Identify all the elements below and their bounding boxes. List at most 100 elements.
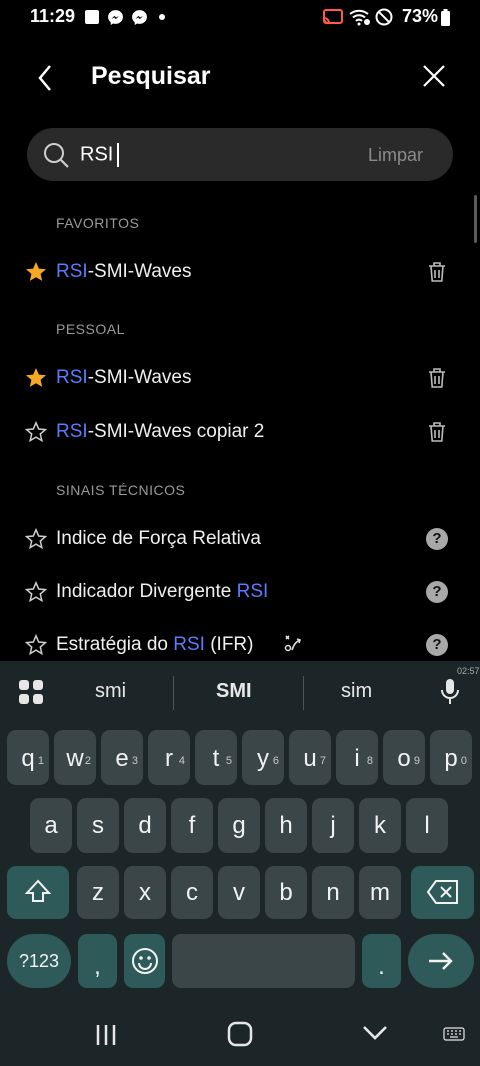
list-item[interactable]: RSI-SMI-Waves: [0, 353, 470, 403]
keyboard-switch-icon[interactable]: [443, 1027, 465, 1041]
key-label: h: [279, 812, 293, 839]
list-item[interactable]: RSI-SMI-Waves copiar 2: [0, 407, 470, 457]
navigation-bar: [0, 1004, 480, 1066]
key-z[interactable]: z: [77, 866, 119, 919]
star-filled-icon[interactable]: [24, 366, 48, 390]
key-k[interactable]: k: [359, 798, 401, 853]
key-a[interactable]: a: [30, 798, 72, 853]
apps-grid-icon[interactable]: [18, 679, 44, 705]
help-icon[interactable]: ?: [426, 528, 448, 550]
key-label: k: [374, 812, 386, 839]
key-p[interactable]: p0: [430, 730, 472, 785]
facebook-icon: [85, 10, 99, 24]
emoji-key[interactable]: [124, 934, 165, 988]
key-label: c: [186, 879, 198, 906]
trash-icon[interactable]: [427, 421, 447, 443]
key-label: d: [138, 812, 152, 839]
key-y[interactable]: y6: [242, 730, 284, 785]
search-icon: [44, 143, 69, 168]
key-o[interactable]: o9: [383, 730, 425, 785]
key-f[interactable]: f: [171, 798, 213, 853]
key-i[interactable]: i8: [336, 730, 378, 785]
key-w[interactable]: w2: [54, 730, 96, 785]
key-label: a: [44, 812, 58, 839]
arrow-right-icon: [429, 952, 453, 970]
key-number-hint: 3: [131, 755, 138, 767]
key-number-hint: 7: [319, 755, 326, 767]
help-icon[interactable]: ?: [426, 634, 448, 656]
home-icon[interactable]: [227, 1021, 253, 1047]
key-l[interactable]: l: [406, 798, 448, 853]
item-label: Indicador Divergente RSI: [56, 581, 269, 602]
key-u[interactable]: u7: [289, 730, 331, 785]
status-time: 11:29: [30, 6, 76, 26]
key-number-hint: 1: [37, 755, 44, 767]
key-s[interactable]: s: [77, 798, 119, 853]
scrollbar[interactable]: [474, 195, 477, 243]
trash-icon[interactable]: [427, 261, 447, 283]
strategy-icon: [284, 635, 302, 652]
key-label: s: [92, 812, 104, 839]
key-label: m: [370, 879, 390, 906]
key-t[interactable]: t5: [195, 730, 237, 785]
suggestion-3[interactable]: sim: [341, 680, 372, 703]
close-icon[interactable]: [420, 62, 448, 90]
key-d[interactable]: d: [124, 798, 166, 853]
battery-icon: [441, 9, 450, 26]
key-g[interactable]: g: [218, 798, 260, 853]
suggestion-1[interactable]: smi: [95, 680, 126, 703]
star-outline-icon[interactable]: [24, 527, 48, 551]
suggestion-2[interactable]: SMI: [216, 680, 252, 703]
shift-key[interactable]: [7, 866, 69, 919]
back-arrow-icon[interactable]: [32, 60, 60, 96]
key-m[interactable]: m: [359, 866, 401, 919]
key-label: f: [188, 812, 196, 839]
spacebar-key[interactable]: [172, 934, 355, 988]
trash-icon[interactable]: [427, 367, 447, 389]
battery-percent: 73%: [402, 6, 439, 26]
comma-key[interactable]: ,: [78, 934, 117, 988]
period-key[interactable]: .: [362, 934, 401, 988]
item-label: Estratégia do RSI (IFR): [56, 634, 254, 655]
key-j[interactable]: j: [312, 798, 354, 853]
key-v[interactable]: v: [218, 866, 260, 919]
hide-keyboard-icon[interactable]: [362, 1024, 388, 1042]
key-label: x: [139, 879, 151, 906]
key-h[interactable]: h: [265, 798, 307, 853]
microphone-icon[interactable]: [440, 678, 460, 706]
star-outline-icon[interactable]: [24, 420, 48, 444]
help-icon[interactable]: ?: [426, 581, 448, 603]
key-x[interactable]: x: [124, 866, 166, 919]
key-c[interactable]: c: [171, 866, 213, 919]
star-outline-icon[interactable]: [24, 633, 48, 657]
key-number-hint: 5: [225, 755, 232, 767]
clear-button[interactable]: Limpar: [368, 145, 423, 166]
emoji-icon: [131, 948, 158, 974]
symbols-key[interactable]: ?123: [7, 934, 71, 988]
list-item[interactable]: Indicador Divergente RSI ?: [0, 567, 470, 617]
key-e[interactable]: e3: [101, 730, 143, 785]
key-number-hint: 4: [178, 755, 185, 767]
list-item[interactable]: Estratégia do RSI (IFR) ?: [0, 620, 470, 661]
search-input[interactable]: RSI: [80, 143, 120, 167]
cast-icon: [323, 9, 343, 24]
key-b[interactable]: b: [265, 866, 307, 919]
do-not-disturb-icon: [375, 8, 393, 26]
list-item[interactable]: Indice de Força Relativa ?: [0, 514, 470, 564]
key-number-hint: 9: [413, 755, 420, 767]
key-q[interactable]: q1: [7, 730, 49, 785]
section-personal: PESSOAL: [56, 321, 125, 337]
overlay-time: 02:57: [457, 666, 480, 676]
backspace-key[interactable]: [411, 866, 474, 919]
item-label: RSI-SMI-Waves copiar 2: [56, 421, 265, 442]
key-number-hint: 6: [272, 755, 279, 767]
star-outline-icon[interactable]: [24, 580, 48, 604]
enter-key[interactable]: [408, 934, 474, 988]
star-filled-icon[interactable]: [24, 260, 48, 284]
shift-icon: [24, 879, 52, 902]
list-item[interactable]: RSI-SMI-Waves: [0, 247, 470, 297]
key-r[interactable]: r4: [148, 730, 190, 785]
key-n[interactable]: n: [312, 866, 354, 919]
more-notifications-icon: [159, 14, 165, 20]
recent-apps-icon[interactable]: [94, 1023, 118, 1047]
